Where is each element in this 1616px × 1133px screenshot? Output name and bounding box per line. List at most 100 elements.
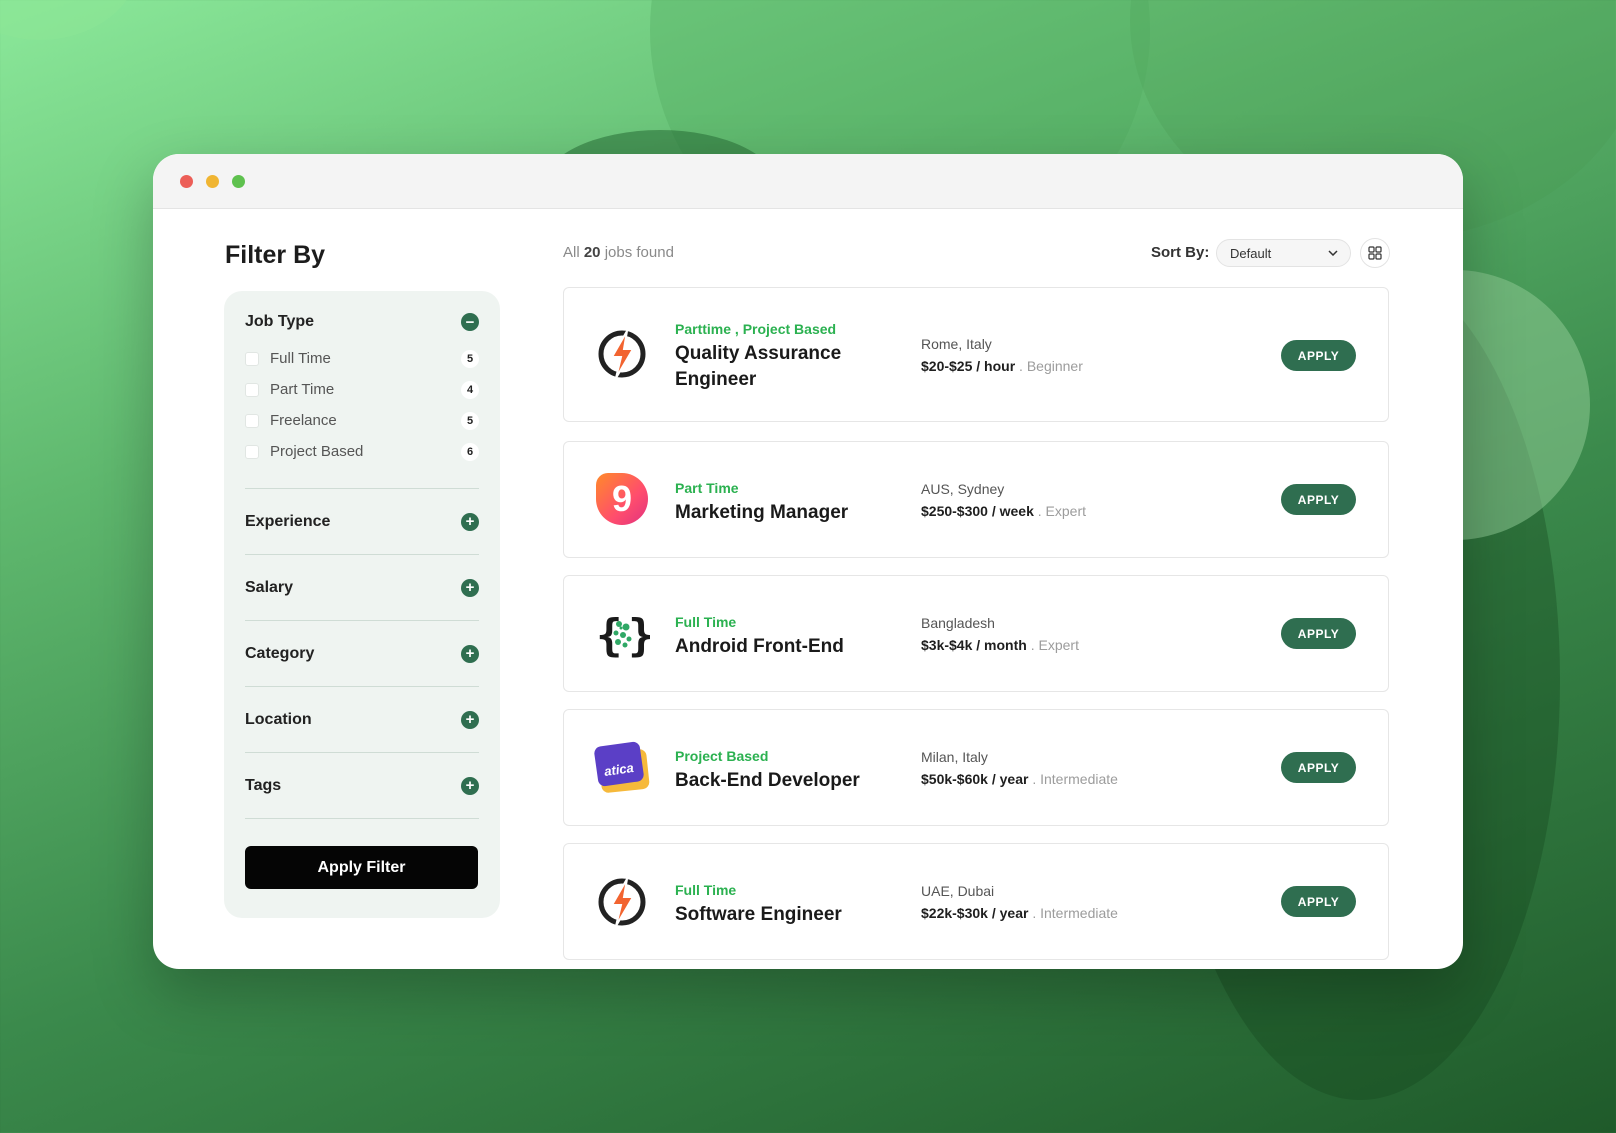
- job-title[interactable]: Back-End Developer: [675, 768, 860, 794]
- filter-group-label: Category: [245, 644, 315, 662]
- job-title[interactable]: Software Engineer: [675, 902, 842, 928]
- filter-group-label: Tags: [245, 776, 282, 794]
- job-location: Milan, Italy: [921, 749, 988, 765]
- job-type-option-freelance[interactable]: Freelance 5: [245, 405, 479, 436]
- job-location: Rome, Italy: [921, 336, 992, 352]
- job-salary: $20-$25 / hour: [921, 358, 1016, 374]
- collapse-minus-icon[interactable]: −: [461, 313, 479, 331]
- filter-group-label: Salary: [245, 578, 294, 596]
- filter-group-label: Experience: [245, 512, 331, 530]
- filter-group-tags[interactable]: Tags +: [245, 753, 479, 819]
- job-location: Bangladesh: [921, 615, 995, 631]
- expand-plus-icon[interactable]: +: [461, 776, 479, 795]
- job-type-option-full-time[interactable]: Full Time 5: [245, 343, 479, 374]
- job-type-option-part-time[interactable]: Part Time 4: [245, 374, 479, 405]
- filter-group-job-type[interactable]: Job Type −: [245, 313, 479, 331]
- job-meta: AUS, Sydney $250-$300 / week . Expert: [921, 480, 1086, 520]
- job-salary: $50k-$60k / year: [921, 771, 1029, 787]
- checkbox[interactable]: [245, 444, 259, 459]
- checkbox[interactable]: [245, 351, 259, 366]
- job-type-label: Full Time: [270, 350, 331, 367]
- filter-panel: Job Type − Full Time 5 Part Time 4 Freel…: [224, 291, 500, 918]
- svg-text:}: }: [628, 610, 650, 661]
- job-level: . Expert: [1037, 503, 1087, 519]
- svg-text:{: {: [596, 610, 623, 661]
- nine-logo-icon: 9: [596, 473, 648, 525]
- job-meta: UAE, Dubai $22k-$30k / year . Intermedia…: [921, 882, 1118, 922]
- job-meta: Milan, Italy $50k-$60k / year . Intermed…: [921, 748, 1118, 788]
- job-location: UAE, Dubai: [921, 883, 995, 899]
- job-type-list: Full Time 5 Part Time 4 Freelance 5 Proj…: [245, 343, 479, 467]
- braces-logo-icon: { }: [596, 610, 650, 661]
- job-level: . Beginner: [1019, 358, 1083, 374]
- grid-icon: [1368, 246, 1382, 260]
- jobs-found-count: 20: [583, 244, 601, 261]
- checkbox[interactable]: [245, 382, 259, 397]
- job-type: Full Time: [675, 614, 737, 630]
- job-type-label: Freelance: [270, 412, 337, 429]
- close-window-dot[interactable]: [180, 174, 193, 188]
- job-type-count: 5: [461, 349, 479, 368]
- job-type-option-project-based[interactable]: Project Based 6: [245, 436, 479, 467]
- job-card[interactable]: { } Full Time Android Front-End Banglade…: [563, 575, 1389, 692]
- expand-plus-icon[interactable]: +: [461, 512, 479, 531]
- filter-title: Filter By: [225, 241, 326, 269]
- job-location: AUS, Sydney: [921, 481, 1005, 497]
- apply-button[interactable]: APPLY: [1281, 484, 1356, 515]
- lightning-logo-icon: [598, 330, 646, 379]
- job-type: Project Based: [675, 748, 769, 764]
- expand-plus-icon[interactable]: +: [461, 578, 479, 597]
- job-card[interactable]: Full Time Software Engineer UAE, Dubai $…: [563, 843, 1389, 960]
- job-card[interactable]: atica Project Based Back-End Developer M…: [563, 709, 1389, 826]
- job-type-count: 4: [461, 380, 479, 399]
- filter-group-label: Job Type: [245, 313, 315, 330]
- chevron-down-icon: [1328, 250, 1338, 256]
- job-meta: Bangladesh $3k-$4k / month . Expert: [921, 614, 1079, 654]
- job-title[interactable]: Marketing Manager: [675, 500, 848, 526]
- apply-button[interactable]: APPLY: [1281, 886, 1356, 917]
- job-level: . Intermediate: [1032, 905, 1118, 921]
- maximize-window-dot[interactable]: [232, 174, 245, 188]
- expand-plus-icon[interactable]: +: [461, 644, 479, 663]
- job-level: . Intermediate: [1032, 771, 1118, 787]
- job-info: Full Time Android Front-End: [675, 614, 844, 660]
- minimize-window-dot[interactable]: [206, 174, 219, 188]
- jobs-found-suffix: jobs found: [604, 244, 674, 261]
- job-type: Parttime , Project Based: [675, 321, 837, 337]
- job-card[interactable]: Parttime , Project Based Quality Assuran…: [563, 287, 1389, 422]
- job-salary: $3k-$4k / month: [921, 637, 1027, 653]
- filter-group-location[interactable]: Location +: [245, 687, 479, 753]
- job-title[interactable]: Android Front-End: [675, 634, 844, 660]
- job-type-label: Part Time: [270, 381, 335, 398]
- apply-button[interactable]: APPLY: [1281, 340, 1356, 371]
- grid-view-button[interactable]: [1360, 238, 1390, 268]
- job-card[interactable]: 9 Part Time Marketing Manager AUS, Sydne…: [563, 441, 1389, 558]
- apply-button[interactable]: APPLY: [1281, 752, 1356, 783]
- lightning-logo-icon: [598, 878, 646, 927]
- checkbox[interactable]: [245, 413, 259, 428]
- job-level: . Expert: [1030, 637, 1079, 653]
- filter-group-experience[interactable]: Experience +: [245, 489, 479, 555]
- job-salary: $22k-$30k / year: [921, 905, 1029, 921]
- job-info: Project Based Back-End Developer: [675, 748, 860, 794]
- sort-value: Default: [1230, 245, 1272, 261]
- job-title[interactable]: Quality Assurance Engineer: [675, 341, 845, 393]
- page-content: Filter By Job Type − Full Time 5 Part Ti…: [153, 209, 1463, 969]
- job-type: Part Time: [675, 480, 739, 496]
- filter-group-label: Location: [245, 710, 312, 728]
- apply-filter-button[interactable]: Apply Filter: [245, 846, 478, 889]
- expand-plus-icon[interactable]: +: [461, 710, 479, 729]
- filter-group-category[interactable]: Category +: [245, 621, 479, 687]
- job-type-label: Project Based: [270, 443, 364, 460]
- jobs-found-prefix: All: [563, 244, 580, 261]
- window-titlebar: [153, 154, 1463, 209]
- job-salary: $250-$300 / week: [921, 503, 1034, 519]
- atica-logo-icon: atica: [594, 741, 650, 793]
- sort-label: Sort By:: [1151, 244, 1210, 261]
- jobs-found-text: All 20 jobs found: [563, 244, 674, 261]
- filter-group-salary[interactable]: Salary +: [245, 555, 479, 621]
- browser-window: Filter By Job Type − Full Time 5 Part Ti…: [153, 154, 1463, 969]
- job-info: Parttime , Project Based Quality Assuran…: [675, 321, 845, 393]
- apply-button[interactable]: APPLY: [1281, 618, 1356, 649]
- sort-dropdown[interactable]: Default: [1216, 239, 1351, 267]
